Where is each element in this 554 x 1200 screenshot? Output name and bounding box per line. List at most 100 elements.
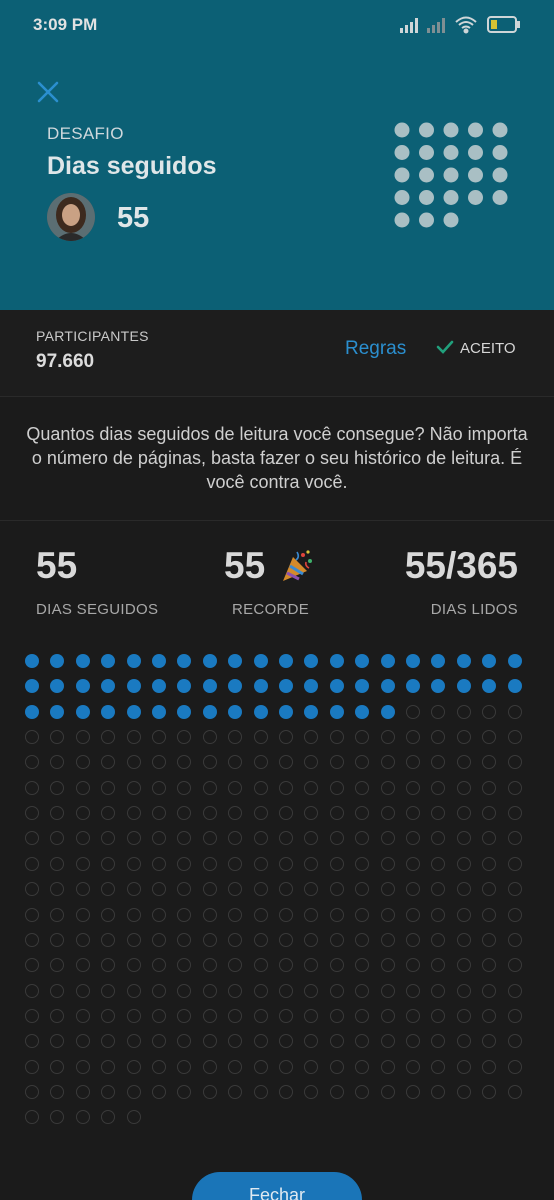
day-dot-read xyxy=(152,654,166,668)
day-dot-unread xyxy=(228,856,243,871)
header-dot xyxy=(443,190,459,205)
day-dot-unread xyxy=(304,780,319,795)
day-dot-unread xyxy=(152,907,166,922)
day-dot-unread xyxy=(380,932,395,947)
challenge-screen: 3:09 PM DESAFIO Dias seguidos 55 PARTICI… xyxy=(0,0,554,1200)
day-dot-unread xyxy=(126,806,141,821)
day-dot-unread xyxy=(431,780,446,795)
day-dot-unread xyxy=(228,780,243,795)
day-dot-unread xyxy=(380,983,395,998)
day-dot-unread xyxy=(456,1008,471,1023)
day-dot-unread xyxy=(431,806,446,821)
day-dot-unread xyxy=(50,882,65,897)
day-dot-unread xyxy=(431,831,446,846)
day-dot-unread xyxy=(177,730,192,745)
day-dot-unread xyxy=(482,907,497,922)
day-dot-unread xyxy=(355,755,370,770)
status-bar: 3:09 PM xyxy=(0,0,554,52)
day-dot-unread xyxy=(406,882,420,897)
day-dot-unread xyxy=(253,1034,268,1049)
day-dot-unread xyxy=(279,932,293,947)
party-popper-icon xyxy=(279,549,315,590)
day-dot-read xyxy=(355,679,370,694)
day-dot-read xyxy=(279,704,293,719)
day-dot-unread xyxy=(228,882,243,897)
day-dot-unread xyxy=(25,882,39,897)
day-dot-unread xyxy=(152,856,166,871)
day-dot-unread xyxy=(482,932,497,947)
day-dot-unread xyxy=(304,831,319,846)
close-icon[interactable] xyxy=(34,78,62,106)
day-dot-unread xyxy=(253,882,268,897)
status-icons xyxy=(400,14,522,36)
header-dot xyxy=(468,145,483,160)
day-dot-unread xyxy=(355,958,370,973)
day-dot-unread xyxy=(126,907,141,922)
day-dot-unread xyxy=(431,730,446,745)
day-dot-read xyxy=(75,704,90,719)
day-dot-unread xyxy=(304,730,319,745)
day-dot-read xyxy=(25,654,39,668)
record-value: 55 xyxy=(224,545,266,586)
day-dot-unread xyxy=(279,856,293,871)
signal-no-sim-icon xyxy=(427,18,445,33)
days-read-label: DIAS LIDOS xyxy=(430,601,518,618)
challenge-header: 3:09 PM DESAFIO Dias seguidos 55 xyxy=(0,0,554,310)
day-dot-unread xyxy=(101,730,116,745)
day-dot-unread xyxy=(431,856,446,871)
header-dot xyxy=(419,122,434,138)
day-dot-unread xyxy=(380,730,395,745)
day-dot-unread xyxy=(152,831,166,846)
day-dot-unread xyxy=(380,831,395,846)
day-dot-unread xyxy=(177,780,192,795)
day-dot-unread xyxy=(202,958,217,973)
day-dot-unread xyxy=(253,780,268,795)
day-dot-unread xyxy=(380,907,395,922)
day-dot-unread xyxy=(228,755,243,770)
day-dot-unread xyxy=(101,806,116,821)
day-dot-unread xyxy=(25,1008,39,1023)
day-dot-unread xyxy=(75,932,90,947)
day-dot-unread xyxy=(482,1008,497,1023)
day-dot-unread xyxy=(126,856,141,871)
day-dot-unread xyxy=(202,983,217,998)
close-button[interactable]: Fechar xyxy=(192,1172,362,1200)
day-dot-unread xyxy=(152,806,166,821)
day-dot-unread xyxy=(75,730,90,745)
day-dot-unread xyxy=(406,730,420,745)
day-dot-unread xyxy=(380,882,395,897)
day-dot-unread xyxy=(482,882,497,897)
day-dot-unread xyxy=(152,730,166,745)
day-dot-unread xyxy=(456,958,471,973)
day-dot-unread xyxy=(482,1034,497,1049)
wifi-icon xyxy=(455,16,477,34)
day-dot-unread xyxy=(25,1110,39,1125)
day-dot-unread xyxy=(406,958,420,973)
day-dot-unread xyxy=(355,780,370,795)
day-dot-unread xyxy=(507,882,522,897)
header-dot xyxy=(394,122,410,138)
day-dot-unread xyxy=(253,907,268,922)
rules-link[interactable]: Regras xyxy=(345,338,406,360)
day-dot-unread xyxy=(25,932,39,947)
day-dot-unread xyxy=(355,730,370,745)
challenge-dots-icon xyxy=(394,121,512,231)
day-dot-read xyxy=(507,654,522,668)
status-time: 3:09 PM xyxy=(33,15,98,34)
day-dot-read xyxy=(456,679,471,694)
day-dot-unread xyxy=(482,983,497,998)
day-dot-read xyxy=(126,679,141,694)
day-dot-unread xyxy=(177,806,192,821)
avatar[interactable] xyxy=(47,193,95,241)
day-dot-unread xyxy=(304,983,319,998)
day-dot-unread xyxy=(329,856,344,871)
day-dot-unread xyxy=(25,856,39,871)
header-dot xyxy=(468,190,483,205)
day-dot-unread xyxy=(456,856,471,871)
day-dot-unread xyxy=(228,983,243,998)
day-dot-read xyxy=(329,679,344,694)
day-dot-unread xyxy=(50,958,65,973)
day-dot-unread xyxy=(228,806,243,821)
day-dot-read xyxy=(228,704,243,719)
day-dot-unread xyxy=(75,755,90,770)
